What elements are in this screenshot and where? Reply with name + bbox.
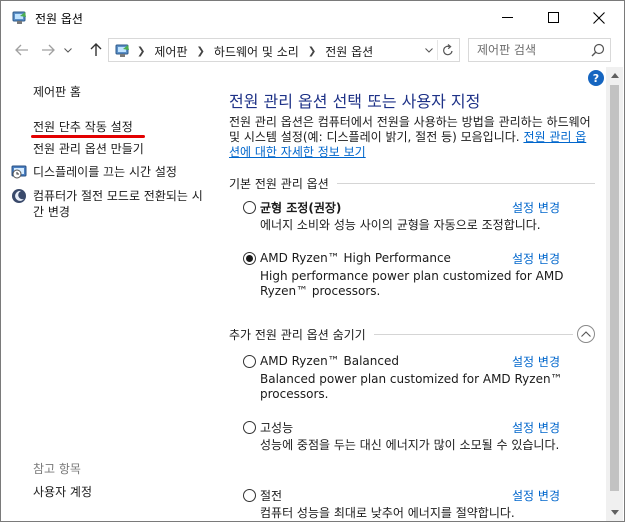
plan-radio[interactable] xyxy=(243,420,256,434)
breadcrumb-separator-icon[interactable]: ❯ xyxy=(197,46,205,57)
power-options-app-icon xyxy=(12,11,26,24)
section-divider xyxy=(373,333,573,335)
plan-name[interactable]: AMD Ryzen™ High Performance xyxy=(260,251,451,265)
search-icon[interactable] xyxy=(591,43,605,57)
plan-radio-selected[interactable] xyxy=(243,251,256,265)
sidebar-item-label: 컴퓨터가 절전 모드로 전환되는 시간 변경 xyxy=(33,189,203,219)
section-label[interactable]: 추가 전원 관리 옵션 숨기기 xyxy=(229,326,366,343)
plan-name[interactable]: 균형 조정(권장) xyxy=(260,199,341,216)
power-plan-amd-high-performance: AMD Ryzen™ High Performance 설정 변경 High p… xyxy=(243,250,595,299)
plan-name[interactable]: 절전 xyxy=(260,487,282,504)
plan-radio[interactable] xyxy=(243,354,256,368)
preferred-plans-heading: 기본 전원 관리 옵션 xyxy=(229,175,595,192)
sidebar-item-label: 디스플레이를 끄는 시간 설정 xyxy=(33,165,177,179)
breadcrumb-hardware-sound[interactable]: 하드웨어 및 소리 xyxy=(214,43,299,60)
see-also-heading: 참고 항목 xyxy=(33,462,81,476)
left-navigation-pane: 제어판 홈 전원 단추 작동 설정 전원 관리 옵션 만들기 디스플레이를 끄는… xyxy=(1,67,211,521)
window-title: 전원 옵션 xyxy=(35,12,83,26)
plan-radio[interactable] xyxy=(243,200,256,214)
page-title: 전원 관리 옵션 선택 또는 사용자 지정 xyxy=(229,92,481,111)
breadcrumb: ❯ 제어판 ❯ 하드웨어 및 소리 ❯ 전원 옵션 xyxy=(137,43,373,60)
chevron-down-icon xyxy=(64,47,72,53)
plan-description: Balanced power plan customized for AMD R… xyxy=(260,372,563,401)
change-plan-settings-link[interactable]: 설정 변경 xyxy=(512,250,560,267)
close-icon xyxy=(593,11,605,24)
sidebar-item-power-button-settings[interactable]: 전원 단추 작동 설정 xyxy=(33,118,133,135)
change-plan-settings-link[interactable]: 설정 변경 xyxy=(512,419,560,436)
sidebar-item-display-off-time[interactable]: 디스플레이를 끄는 시간 설정 xyxy=(11,164,203,180)
breadcrumb-separator-icon: ❯ xyxy=(137,46,146,57)
refresh-button[interactable] xyxy=(437,40,457,60)
power-plan-amd-balanced: AMD Ryzen™ Balanced 설정 변경 Balanced power… xyxy=(243,353,595,402)
breadcrumb-control-panel[interactable]: 제어판 xyxy=(154,43,187,60)
sidebar-item-sleep-time[interactable]: 컴퓨터가 절전 모드로 전환되는 시간 변경 xyxy=(11,188,203,220)
address-bar[interactable]: ❯ 제어판 ❯ 하드웨어 및 소리 ❯ 전원 옵션 xyxy=(108,38,460,62)
address-dropdown-button[interactable] xyxy=(423,44,435,56)
plan-name[interactable]: 고성능 xyxy=(260,419,293,436)
plan-radio[interactable] xyxy=(243,488,256,502)
power-plan-high-performance: 고성능 설정 변경 성능에 중점을 두는 대신 에너지가 많이 소모될 수 있습… xyxy=(243,419,595,453)
scroll-up-arrow-icon xyxy=(610,73,619,78)
plan-name[interactable]: AMD Ryzen™ Balanced xyxy=(260,354,399,368)
plan-description: 에너지 소비와 성능 사이의 균형을 자동으로 조정합니다. xyxy=(260,218,541,232)
plan-description: High performance power plan customized f… xyxy=(260,269,564,298)
chevron-up-icon xyxy=(581,331,591,337)
change-plan-settings-link[interactable]: 설정 변경 xyxy=(512,199,560,216)
chevron-down-icon xyxy=(425,47,433,53)
title-bar: 전원 옵션 xyxy=(1,1,624,34)
section-label: 기본 전원 관리 옵션 xyxy=(229,177,329,191)
scrollbar-thumb[interactable] xyxy=(610,85,619,491)
arrow-left-icon xyxy=(15,44,28,56)
arrow-right-icon xyxy=(42,44,55,56)
arrow-up-icon xyxy=(90,43,102,56)
close-button[interactable] xyxy=(576,1,622,34)
change-plan-settings-link[interactable]: 설정 변경 xyxy=(512,487,560,504)
sidebar-item-user-accounts[interactable]: 사용자 계정 xyxy=(33,483,92,500)
scroll-down-button[interactable] xyxy=(606,504,623,521)
sidebar-item-control-panel-home[interactable]: 제어판 홈 xyxy=(33,83,81,100)
back-button[interactable] xyxy=(11,40,33,60)
main-content: 전원 관리 옵션 선택 또는 사용자 지정 전원 관리 옵션은 컴퓨터에서 전원… xyxy=(229,67,599,521)
minimize-icon xyxy=(501,17,513,18)
navigation-bar: ❯ 제어판 ❯ 하드웨어 및 소리 ❯ 전원 옵션 xyxy=(1,34,624,67)
plan-description: 성능에 중점을 두는 대신 에너지가 많이 소모될 수 있습니다. xyxy=(260,438,560,452)
sidebar-item-create-power-plan[interactable]: 전원 관리 옵션 만들기 xyxy=(33,140,144,157)
power-options-window: 전원 옵션 ❯ 제어판 ❯ 하드웨어 및 소리 ❯ 전원 옵션 제어판 검색 ?… xyxy=(0,0,625,522)
maximize-button[interactable] xyxy=(530,1,576,34)
forward-button[interactable] xyxy=(37,40,59,60)
vertical-scrollbar[interactable] xyxy=(606,67,623,521)
section-divider xyxy=(336,183,595,184)
search-box[interactable] xyxy=(468,38,611,62)
sleep-moon-icon xyxy=(12,189,26,203)
maximize-icon xyxy=(547,12,559,23)
display-clock-icon xyxy=(11,165,27,179)
collapse-button[interactable] xyxy=(577,325,595,343)
red-annotation-underline xyxy=(31,135,145,138)
refresh-icon xyxy=(442,43,453,55)
power-plan-power-saver: 절전 설정 변경 컴퓨터 성능을 최대로 낮추어 에너지를 절약합니다. xyxy=(243,487,595,521)
breadcrumb-power-options[interactable]: 전원 옵션 xyxy=(325,43,373,60)
plan-description: 컴퓨터 성능을 최대로 낮추어 에너지를 절약합니다. xyxy=(260,506,515,520)
scroll-up-button[interactable] xyxy=(606,67,623,84)
power-plan-balanced: 균형 조정(권장) 설정 변경 에너지 소비와 성능 사이의 균형을 자동으로 … xyxy=(243,199,595,233)
search-input[interactable] xyxy=(469,39,589,61)
page-description: 전원 관리 옵션은 컴퓨터에서 전원을 사용하는 방법을 관리하는 하드웨어 및… xyxy=(229,115,595,160)
minimize-button[interactable] xyxy=(484,1,530,34)
recent-locations-button[interactable] xyxy=(61,40,75,60)
up-button[interactable] xyxy=(85,40,107,60)
control-panel-icon xyxy=(115,44,129,57)
breadcrumb-separator-icon[interactable]: ❯ xyxy=(308,46,316,57)
change-plan-settings-link[interactable]: 설정 변경 xyxy=(512,353,560,370)
scroll-down-arrow-icon xyxy=(610,510,619,515)
additional-plans-heading: 추가 전원 관리 옵션 숨기기 xyxy=(229,325,595,343)
